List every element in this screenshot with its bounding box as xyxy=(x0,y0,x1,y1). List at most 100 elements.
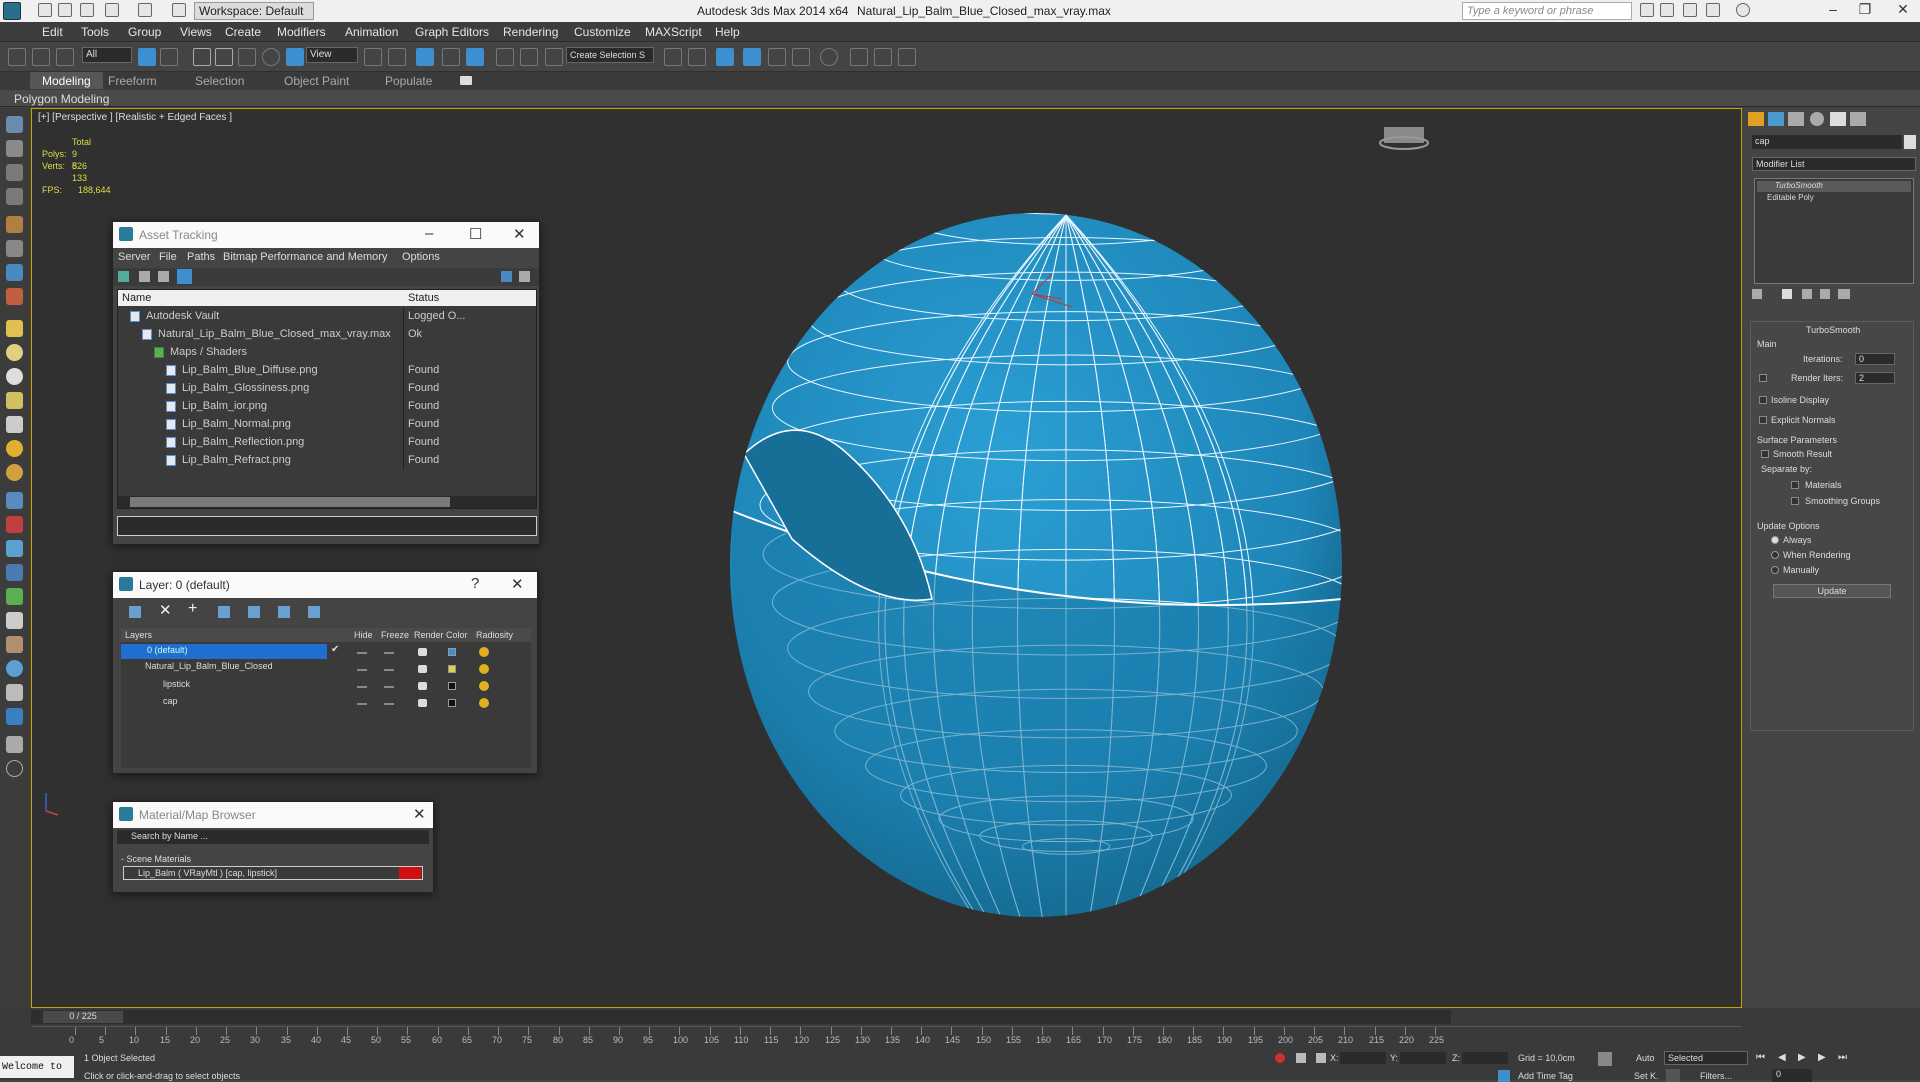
layer-dialog[interactable]: Layer: 0 (default) ? ✕ ✕ + Layers Hide F… xyxy=(112,571,538,774)
absolute-mode-icon[interactable] xyxy=(1316,1053,1326,1063)
iterations-spinner[interactable]: 0 xyxy=(1855,353,1895,365)
when-rendering-radio[interactable] xyxy=(1771,551,1779,559)
scrollbar-thumb[interactable] xyxy=(130,497,450,507)
asset-row[interactable]: Lip_Balm_Normal.png Found xyxy=(118,416,536,434)
stack-editable-poly[interactable]: Editable Poly xyxy=(1757,193,1911,204)
unlink-icon[interactable] xyxy=(32,48,50,66)
tool-icon-20[interactable] xyxy=(6,588,23,605)
lock-selection-icon[interactable] xyxy=(1296,1053,1306,1063)
track-bar[interactable]: 0 5 10 15 20 25 30 35 40 45 50 55 60 65 70 75 80 85 90 95 10… xyxy=(31,1026,1742,1048)
tab-populate[interactable]: Populate xyxy=(385,74,432,88)
schematic-view-icon[interactable] xyxy=(792,48,810,66)
minimize-icon[interactable]: – xyxy=(1818,1,1848,17)
cone-icon[interactable] xyxy=(6,416,23,433)
bind-space-warp-icon[interactable] xyxy=(56,48,74,66)
asset-row[interactable]: Lip_Balm_Reflection.png Found xyxy=(118,434,536,452)
asset-tracking-titlebar[interactable]: Asset Tracking – ☐ ✕ xyxy=(113,222,539,248)
modifier-list-dropdown[interactable]: Modifier List xyxy=(1752,157,1916,171)
workspace-dropdown[interactable]: Workspace: Default xyxy=(194,2,314,20)
x-coord-field[interactable] xyxy=(1340,1052,1386,1064)
asset-row[interactable]: Lip_Balm_Glossiness.png Found xyxy=(118,380,536,398)
explicit-normals-checkbox[interactable] xyxy=(1759,416,1767,424)
tool-icon-18[interactable] xyxy=(6,540,23,557)
menu-help[interactable]: Help xyxy=(715,25,740,39)
freeze-all-icon[interactable] xyxy=(308,606,320,618)
help-button[interactable]: ? xyxy=(471,575,479,592)
angle-snap-icon[interactable] xyxy=(466,48,484,66)
menu-group[interactable]: Group xyxy=(128,25,161,39)
y-coord-field[interactable] xyxy=(1400,1052,1446,1064)
hide-dash[interactable] xyxy=(357,703,367,705)
go-to-end-icon[interactable]: ⏭ xyxy=(1838,1052,1847,1063)
utilities-tab-icon[interactable] xyxy=(1850,112,1866,126)
next-frame-icon[interactable]: ▶ xyxy=(1818,1052,1826,1063)
delete-layer-icon[interactable]: ✕ xyxy=(159,601,172,619)
detail-view-icon[interactable] xyxy=(158,271,169,282)
render-iters-spinner[interactable]: 2 xyxy=(1855,372,1895,384)
maximize-icon[interactable]: ☐ xyxy=(469,225,482,243)
tool-icon-17[interactable] xyxy=(6,516,23,533)
layer-titlebar[interactable]: Layer: 0 (default) ? ✕ xyxy=(113,572,537,598)
render-teapot-icon[interactable] xyxy=(418,699,427,707)
spinner-snap-icon[interactable] xyxy=(520,48,538,66)
create-tab-icon[interactable] xyxy=(1748,112,1764,126)
freeze-dash[interactable] xyxy=(384,652,394,654)
remove-modifier-icon[interactable] xyxy=(1820,289,1830,299)
help-icon[interactable] xyxy=(1736,3,1750,17)
asset-row[interactable]: Autodesk Vault Logged O... xyxy=(118,308,536,326)
menu-create[interactable]: Create xyxy=(225,25,261,39)
asset-row[interactable]: Lip_Balm_Blue_Diffuse.png Found xyxy=(118,362,536,380)
select-by-name-icon[interactable] xyxy=(160,48,178,66)
help-circle-icon[interactable] xyxy=(6,760,23,777)
layer-color-swatch[interactable] xyxy=(448,699,456,707)
menu-bitmap-performance[interactable]: Bitmap Performance and Memory xyxy=(223,251,387,263)
select-objects-icon[interactable] xyxy=(218,606,230,618)
isolate-icon[interactable] xyxy=(1275,1053,1285,1063)
named-selection-dropdown[interactable]: Create Selection S xyxy=(566,47,654,63)
pin-stack-icon[interactable] xyxy=(1752,289,1762,299)
tool-icon-4[interactable] xyxy=(6,188,23,205)
layer-cap[interactable]: cap xyxy=(163,696,178,706)
time-slider-thumb[interactable]: 0 / 225 xyxy=(43,1011,123,1023)
new-layer-icon[interactable] xyxy=(129,606,141,618)
tool-icon-6[interactable] xyxy=(6,240,23,257)
menu-modifiers[interactable]: Modifiers xyxy=(277,25,326,39)
scale-icon[interactable] xyxy=(286,48,304,66)
active-layer-check-icon[interactable]: ✔ xyxy=(331,644,339,655)
motion-tab-icon[interactable] xyxy=(1810,112,1824,126)
table-view-icon[interactable] xyxy=(177,269,192,284)
col-freeze[interactable]: Freeze xyxy=(381,630,409,640)
ribbon-options-icon[interactable] xyxy=(460,76,472,85)
hide-dash[interactable] xyxy=(357,686,367,688)
prev-frame-icon[interactable]: ◀ xyxy=(1778,1052,1786,1063)
tool-icon-23[interactable] xyxy=(6,660,23,677)
percent-snap-icon[interactable] xyxy=(496,48,514,66)
favorites-icon[interactable] xyxy=(1706,3,1720,17)
tab-modeling[interactable]: Modeling xyxy=(30,72,103,89)
col-radiosity[interactable]: Radiosity xyxy=(476,630,513,640)
material-lip-balm[interactable]: Lip_Balm ( VRayMtl ) [cap, lipstick] xyxy=(123,866,423,880)
current-frame-field[interactable]: 0 xyxy=(1772,1069,1812,1082)
auto-key-button[interactable]: Auto xyxy=(1636,1053,1655,1063)
move-icon[interactable] xyxy=(238,48,256,66)
layer-color-swatch[interactable] xyxy=(448,665,456,673)
rect-selection-icon[interactable] xyxy=(193,48,211,66)
layer-color-swatch[interactable] xyxy=(448,648,456,656)
menu-customize[interactable]: Customize xyxy=(574,25,631,39)
menu-maxscript[interactable]: MAXScript xyxy=(645,25,702,39)
layer-natural-lip-balm[interactable]: Natural_Lip_Balm_Blue_Closed xyxy=(145,661,273,671)
layer-0-default[interactable]: 0 (default) xyxy=(147,645,188,655)
asset-path-field[interactable] xyxy=(117,516,537,536)
tool-icon-9[interactable] xyxy=(6,320,23,337)
update-button[interactable]: Update xyxy=(1773,584,1891,598)
rotate-icon[interactable] xyxy=(262,48,280,66)
tool-icon-1[interactable] xyxy=(6,116,23,133)
tool-icon-5[interactable] xyxy=(6,216,23,233)
tool-icon-8[interactable] xyxy=(6,288,23,305)
close-icon[interactable]: ✕ xyxy=(513,225,526,243)
list-view-icon[interactable] xyxy=(139,271,150,282)
tool-icon-10[interactable] xyxy=(6,344,23,361)
maxscript-listener[interactable]: Welcome to xyxy=(0,1056,74,1078)
always-radio[interactable] xyxy=(1771,536,1779,544)
layer-lipstick[interactable]: lipstick xyxy=(163,679,190,689)
